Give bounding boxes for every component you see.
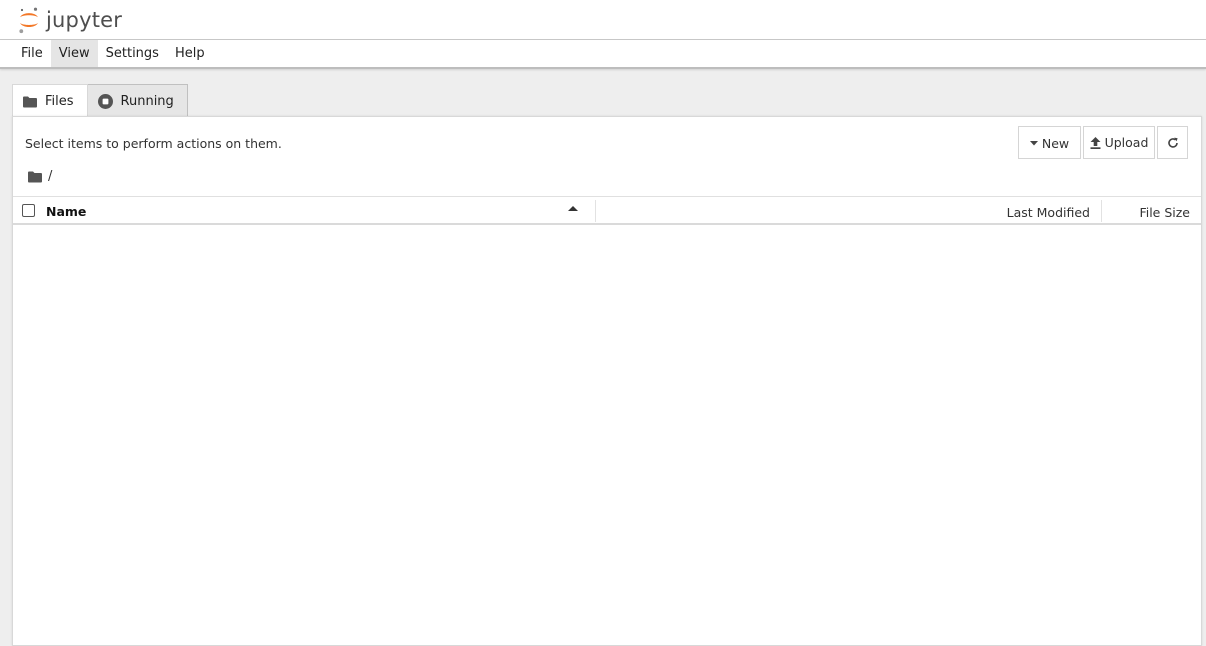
menu-help[interactable]: Help — [167, 40, 213, 67]
folder-icon — [23, 96, 37, 108]
menu-bar: File View Settings Help — [0, 40, 1206, 69]
upload-button-label: Upload — [1104, 135, 1149, 150]
files-panel: Select items to perform actions on them.… — [12, 116, 1202, 646]
new-button[interactable]: New — [1018, 126, 1081, 159]
selection-hint: Select items to perform actions on them. — [25, 136, 282, 151]
file-list-header: Name Last Modified File Size — [13, 196, 1201, 225]
column-divider — [1101, 200, 1102, 222]
breadcrumb-path[interactable]: / — [48, 169, 52, 184]
tab-running-label: Running — [120, 93, 174, 109]
column-name-header[interactable]: Name — [46, 204, 86, 219]
file-toolbar: New Upload — [1018, 126, 1188, 159]
caret-down-icon — [1029, 141, 1038, 146]
sort-ascending-icon[interactable] — [568, 206, 578, 211]
refresh-icon — [1167, 137, 1179, 149]
menu-view[interactable]: View — [50, 40, 98, 67]
logo-text: jupyter — [46, 8, 123, 32]
tab-running[interactable]: Running — [87, 84, 188, 117]
upload-icon — [1090, 136, 1101, 149]
jupyter-logo-icon — [19, 7, 38, 34]
select-all-checkbox[interactable] — [22, 204, 35, 217]
upload-button[interactable]: Upload — [1083, 126, 1155, 159]
column-file-size-header[interactable]: File Size — [1139, 205, 1190, 220]
column-last-modified-header[interactable]: Last Modified — [1007, 205, 1090, 220]
header-bar: jupyter — [0, 0, 1206, 40]
menu-file[interactable]: File — [13, 40, 51, 67]
folder-icon[interactable] — [28, 171, 42, 183]
breadcrumb: / — [28, 169, 52, 184]
refresh-button[interactable] — [1157, 126, 1188, 159]
tab-files[interactable]: Files — [12, 84, 88, 118]
stop-circle-icon — [97, 93, 113, 109]
menu-settings[interactable]: Settings — [98, 40, 167, 67]
tab-files-label: Files — [45, 94, 74, 109]
jupyter-logo[interactable]: jupyter — [18, 4, 122, 36]
tab-bar: Files Running — [12, 84, 188, 118]
column-divider — [595, 200, 596, 222]
new-button-label: New — [1041, 136, 1070, 151]
